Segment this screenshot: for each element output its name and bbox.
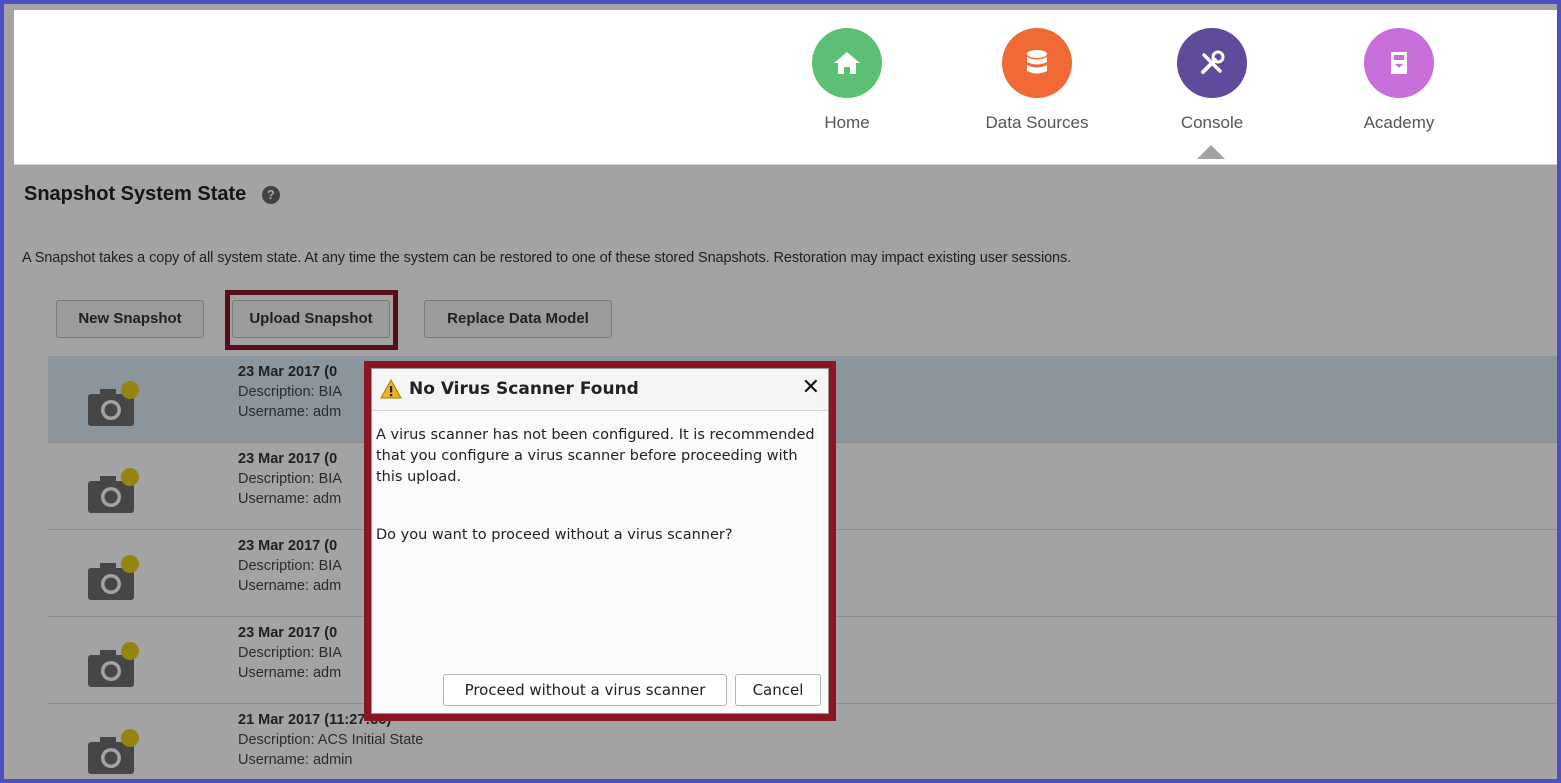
cancel-button[interactable]: Cancel: [735, 674, 821, 706]
top-navigation: Home Data Sources Console Academy: [14, 10, 1557, 165]
dialog-question: Do you want to proceed without a virus s…: [376, 527, 733, 543]
dialog-message: A virus scanner has not been configured.…: [376, 427, 815, 485]
tools-icon: [1177, 28, 1247, 98]
nav-item-academy[interactable]: Academy: [1314, 28, 1484, 133]
proceed-without-scanner-button[interactable]: Proceed without a virus scanner: [443, 674, 727, 706]
nav-item-console[interactable]: Console: [1127, 28, 1297, 133]
warning-icon: [380, 379, 402, 399]
nav-label-home: Home: [824, 113, 870, 132]
close-icon[interactable]: ✕: [802, 375, 820, 400]
nav-label-data-sources: Data Sources: [985, 113, 1089, 132]
nav-label-console: Console: [1180, 113, 1244, 132]
nav-label-academy: Academy: [1363, 113, 1435, 132]
virus-scanner-dialog: No Virus Scanner Found ✕ A virus scanner…: [371, 368, 829, 714]
active-nav-pointer: [1197, 145, 1225, 159]
database-icon: [1002, 28, 1072, 98]
nav-item-data-sources[interactable]: Data Sources: [952, 28, 1122, 133]
academy-icon: [1364, 28, 1434, 98]
dialog-title: No Virus Scanner Found: [409, 379, 639, 399]
nav-item-home[interactable]: Home: [762, 28, 932, 133]
home-icon: [812, 28, 882, 98]
dialog-header: No Virus Scanner Found ✕: [372, 369, 828, 411]
app-window: Home Data Sources Console Academy Snapsh…: [0, 0, 1561, 783]
